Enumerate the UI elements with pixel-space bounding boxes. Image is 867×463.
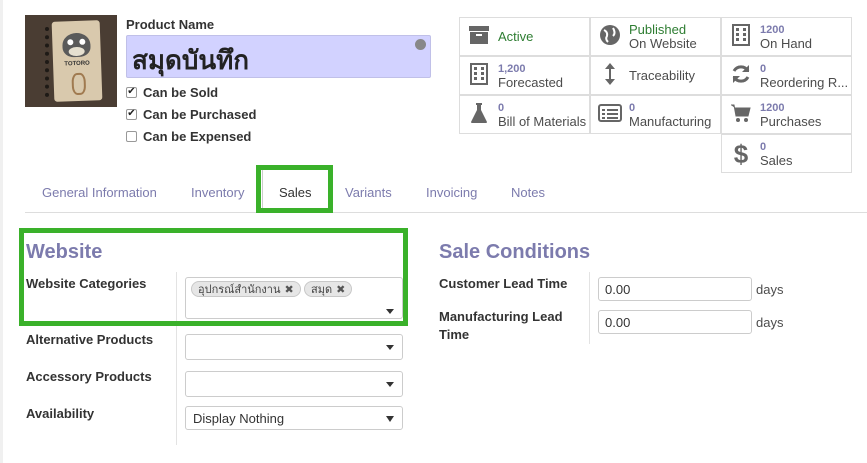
tab-notes[interactable]: Notes [511, 185, 545, 200]
product-name-input[interactable]: สมุดบันทึก [126, 35, 431, 78]
manufacturing-button[interactable]: 0 Manufacturing [590, 95, 721, 134]
customer-lead-time-input[interactable]: 0.00 [598, 277, 752, 301]
chevron-down-icon[interactable] [386, 416, 394, 422]
on-hand-button[interactable]: 1200 On Hand [721, 17, 852, 56]
manufacturing-lead-time-input[interactable]: 0.00 [598, 310, 752, 334]
reordering-count: 0 [760, 62, 767, 75]
published-button[interactable]: Published On Website [590, 17, 721, 56]
alternative-products-field[interactable] [185, 334, 403, 360]
alternative-products-label: Alternative Products [26, 332, 154, 347]
sales-count: 0 [760, 140, 767, 153]
spiral-binding [45, 27, 51, 97]
accessory-products-label: Accessory Products [26, 369, 152, 384]
published-line2: On Website [629, 35, 697, 51]
active-button[interactable]: Active [459, 17, 590, 56]
building-icon [460, 62, 498, 89]
reordering-label: Reordering R... [760, 74, 849, 90]
list-icon [591, 103, 629, 126]
accessory-products-field[interactable] [185, 371, 403, 397]
traceability-button[interactable]: Traceability [590, 56, 721, 95]
reordering-button[interactable]: 0 Reordering R... [721, 56, 852, 95]
building-icon [722, 23, 760, 50]
left-border [0, 0, 3, 463]
translate-globe-icon[interactable] [415, 39, 426, 50]
arrows-vertical-icon [591, 62, 629, 90]
active-label: Active [498, 28, 534, 44]
customer-lead-time-label: Customer Lead Time [439, 276, 568, 291]
refresh-icon [722, 63, 760, 89]
forecasted-count: 1,200 [498, 62, 526, 75]
chevron-down-icon[interactable] [386, 345, 394, 350]
checkbox-label: Can be Purchased [143, 106, 257, 122]
forecasted-label: Forecasted [498, 74, 564, 90]
manufacturing-lead-time-unit: days [756, 315, 784, 330]
traceability-label: Traceability [629, 67, 695, 83]
purchases-button[interactable]: 1200 Purchases [721, 95, 852, 134]
product-image[interactable]: TOTORO [25, 15, 117, 107]
field-separator [589, 272, 590, 344]
bom-count: 0 [498, 101, 505, 114]
checkbox-checked-icon[interactable]: ✔ [126, 108, 137, 120]
image-brand-text: TOTORO [64, 60, 90, 68]
availability-value: Display Nothing [193, 411, 285, 426]
chevron-down-icon[interactable] [386, 382, 394, 387]
manufacturing-lead-time-label: Manufacturing Lead Time [439, 309, 563, 342]
cart-icon [722, 103, 760, 127]
checkbox-label: Can be Expensed [143, 128, 252, 144]
product-name-value: สมุดบันทึก [132, 46, 250, 76]
can-be-expensed-checkbox[interactable]: Can be Expensed [126, 128, 251, 144]
availability-label: Availability [26, 406, 95, 421]
checkbox-checked-icon[interactable]: ✔ [126, 86, 137, 98]
customer-lead-time-value: 0.00 [605, 282, 631, 297]
checkbox-unchecked-icon[interactable] [126, 130, 137, 142]
availability-select[interactable]: Display Nothing [185, 406, 403, 430]
tab-variants[interactable]: Variants [345, 185, 392, 200]
bom-label: Bill of Materials [498, 113, 587, 129]
purchases-count: 1200 [760, 101, 785, 114]
manufacturing-lead-time-value: 0.00 [605, 315, 631, 330]
published-line1: Published [629, 21, 687, 37]
purchases-label: Purchases [760, 113, 822, 129]
checkbox-label: Can be Sold [143, 84, 219, 100]
highlight-box-website [19, 228, 408, 326]
manufacturing-label: Manufacturing [629, 113, 712, 129]
notebook-cover: TOTORO [51, 20, 103, 102]
archive-icon [460, 25, 498, 49]
sale-conditions-title: Sale Conditions [439, 241, 591, 263]
highlight-box-sales-tab [256, 165, 333, 213]
on-hand-label: On Hand [760, 35, 813, 51]
on-hand-count: 1200 [760, 23, 785, 36]
customer-lead-time-unit: days [756, 282, 784, 297]
tab-inventory[interactable]: Inventory [191, 185, 244, 200]
tab-general-information[interactable]: General Information [42, 185, 157, 200]
manufacturing-count: 0 [629, 101, 636, 114]
flask-icon [460, 102, 498, 128]
forecasted-button[interactable]: 1,200 Forecasted [459, 56, 590, 95]
bom-button[interactable]: 0 Bill of Materials [459, 95, 590, 134]
product-name-label: Product Name [126, 17, 215, 32]
rope-tie [71, 72, 87, 96]
can-be-sold-checkbox[interactable]: ✔ Can be Sold [126, 84, 218, 100]
can-be-purchased-checkbox[interactable]: ✔ Can be Purchased [126, 106, 256, 122]
globe-icon [591, 24, 629, 50]
tab-invoicing[interactable]: Invoicing [426, 185, 477, 200]
